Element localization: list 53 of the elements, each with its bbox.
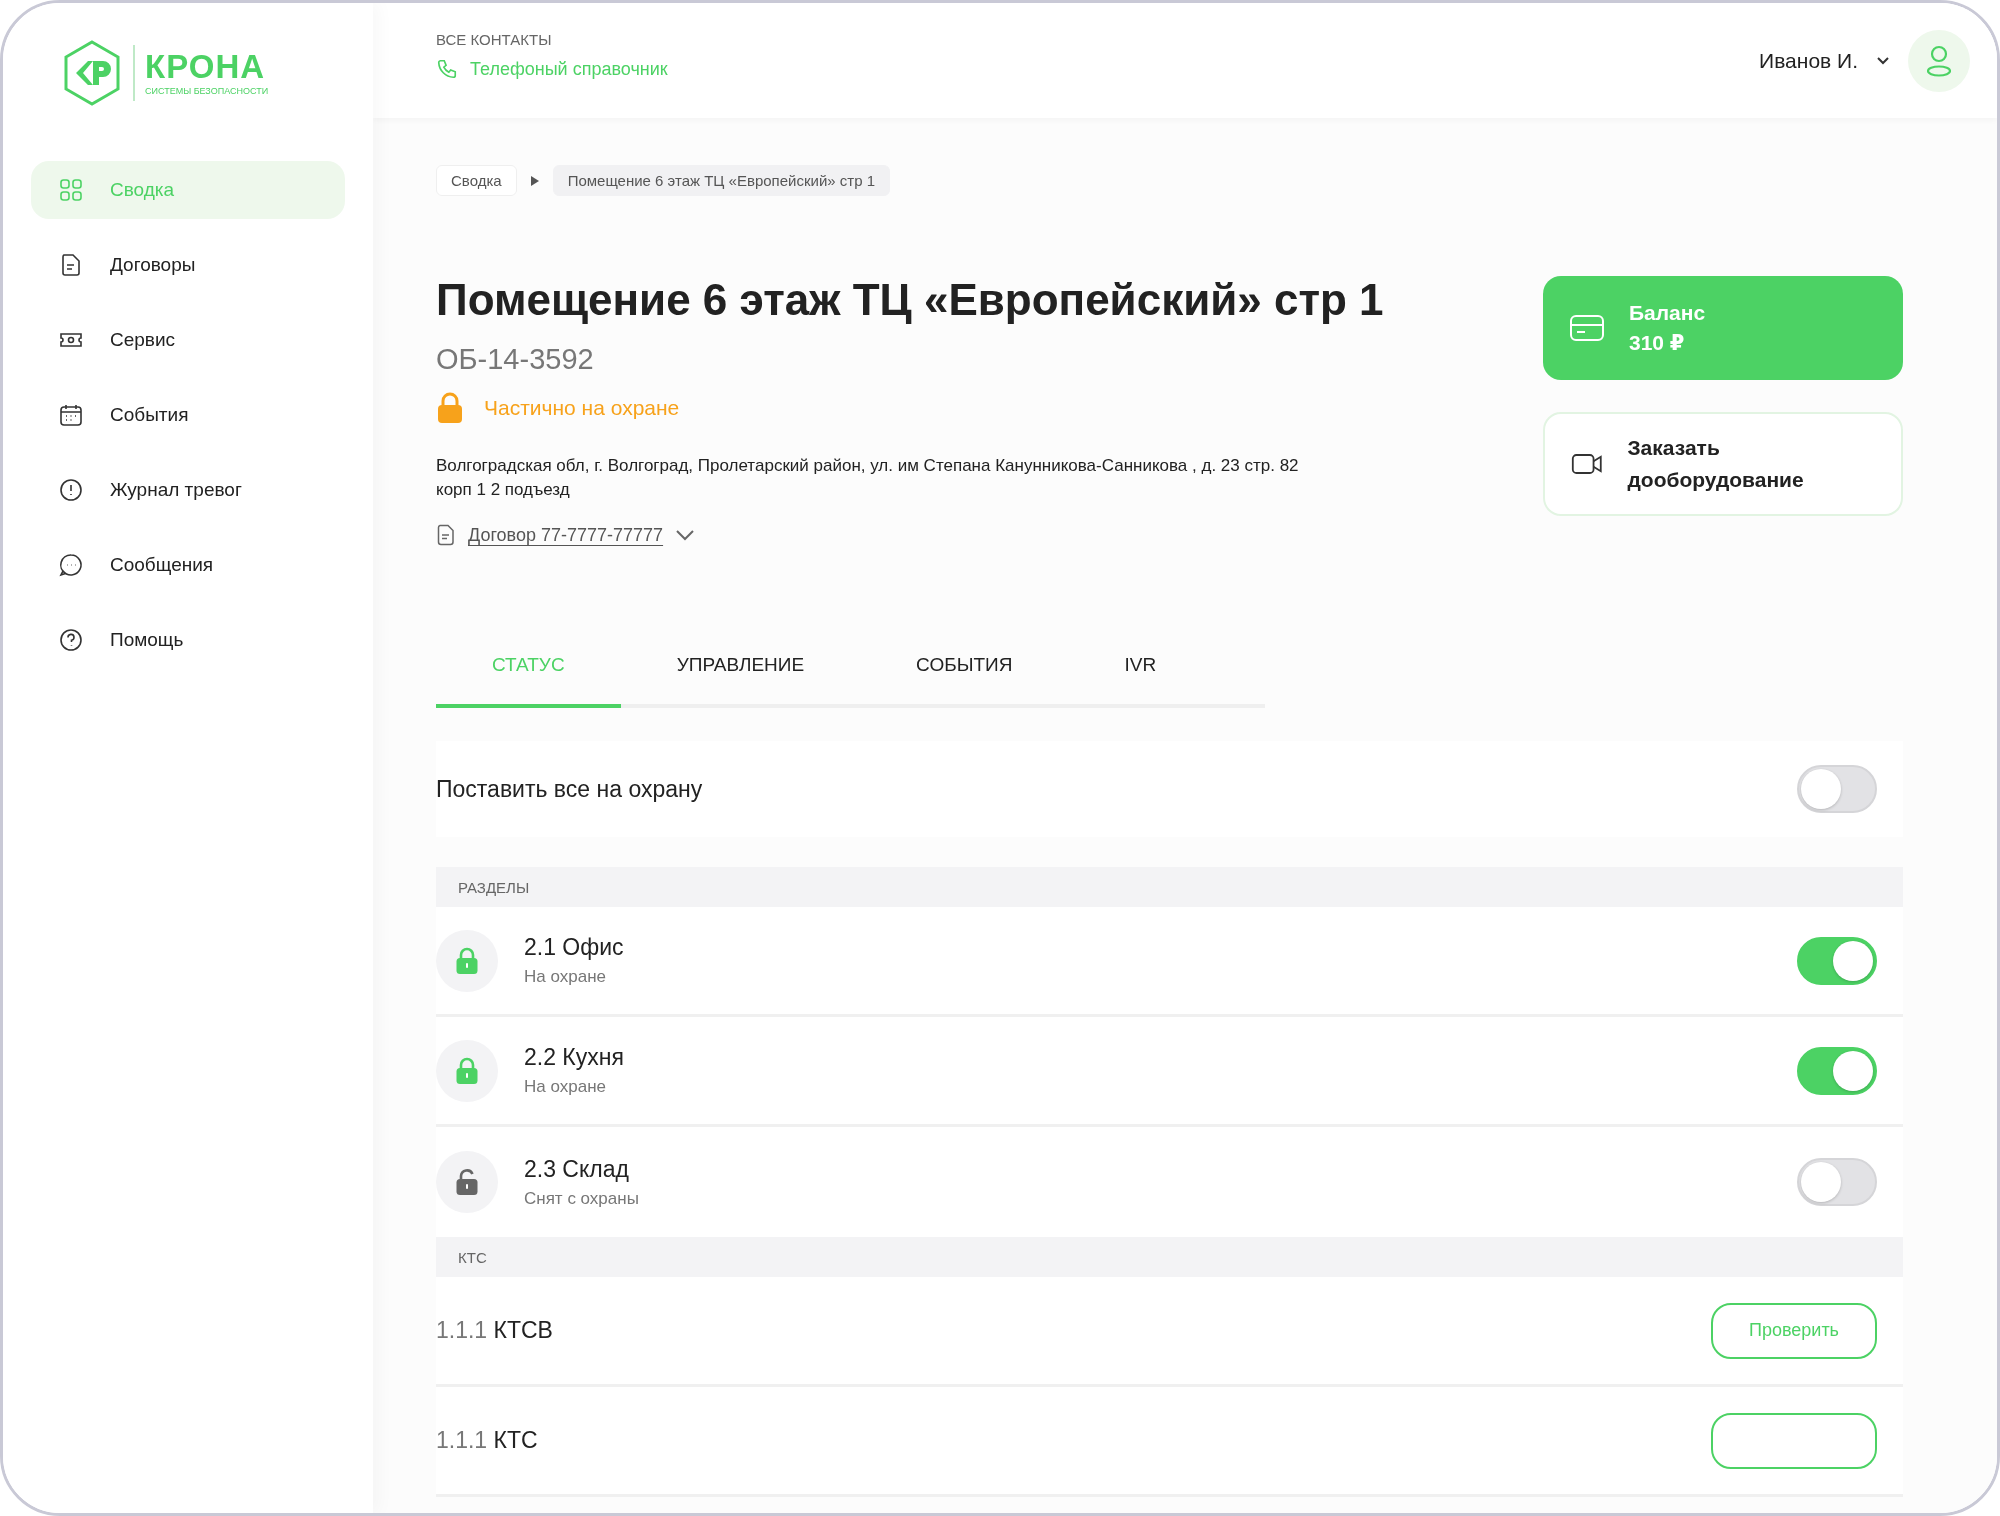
section-title: КТС [458, 1248, 487, 1266]
zone-name: 2.1 Офис [524, 934, 625, 961]
phone-icon [436, 58, 458, 80]
toggle-switch[interactable] [1797, 936, 1877, 985]
tab[interactable]: IVR [1068, 630, 1213, 708]
sidebar-item[interactable]: Сервис [31, 311, 345, 369]
chat-icon [58, 552, 84, 578]
video-camera-icon [1571, 451, 1604, 477]
chevron-down-icon [1876, 55, 1890, 66]
triangle-right-icon [530, 175, 539, 186]
zone-name: 2.3 Склад [524, 1155, 630, 1183]
toggle-switch[interactable] [1797, 765, 1877, 813]
section-title: РАЗДЕЛЫ [458, 878, 530, 896]
order-equipment-button[interactable]: Заказать дооборудование [1543, 412, 1903, 516]
status-text: Частично на охране [484, 396, 680, 420]
arm-all-label: Поставить все на охрану [436, 775, 703, 803]
chevron-down-icon[interactable] [675, 529, 696, 541]
zone-status: Снят с охраны [524, 1188, 640, 1209]
zone-status: На охране [524, 967, 607, 987]
toggle-switch[interactable] [1797, 1158, 1877, 1206]
device-name: 1.1.1 КТС [436, 1427, 538, 1454]
sidebar-item[interactable]: Сообщения [31, 536, 345, 594]
breadcrumb[interactable]: Помещение 6 этаж ТЦ «Европейский» стр 1 [552, 165, 890, 196]
tab[interactable]: СОБЫТИЯ [860, 630, 1069, 708]
lock-icon [436, 392, 464, 424]
sidebar-item[interactable]: Договоры [31, 236, 345, 294]
sidebar-item[interactable]: События [31, 386, 345, 444]
address: Волгоградская обл, г. Волгоград, Пролетарский район, ул. им Степана Канунникова-Санникова , д. 23 стр. 82 корп 1 2 подъезд [436, 455, 1300, 501]
device-name: 1.1.1 КТСВ [436, 1317, 553, 1344]
check-button[interactable] [1711, 1412, 1877, 1469]
help-icon [58, 627, 84, 653]
logo-name: КРОНА [145, 49, 267, 85]
user-icon [1925, 44, 1953, 77]
sidebar-item[interactable]: Помощь [31, 611, 345, 669]
object-title: Помещение 6 этаж ТЦ «Европейский» стр 1 [436, 274, 1384, 326]
tab[interactable]: УПРАВЛЕНИЕ [620, 630, 861, 708]
grid-icon [58, 177, 84, 203]
sidebar-item[interactable]: Журнал тревог [31, 461, 345, 519]
zone-status: На охране [524, 1077, 607, 1097]
logo-tagline: СИСТЕМЫ БЕЗОПАСНОСТИ [145, 85, 269, 97]
object-code: ОБ-14-3592 [436, 342, 595, 377]
contacts-label: ВСЕ КОНТАКТЫ [436, 31, 553, 48]
balance-label: Баланс [1629, 300, 1706, 326]
alert-icon [58, 477, 84, 503]
toggle-switch[interactable] [1797, 1046, 1877, 1095]
zone-name: 2.2 Кухня [524, 1044, 625, 1071]
document-icon [436, 524, 456, 546]
user-menu[interactable]: Иванов И. [1759, 48, 1890, 73]
card-icon [1569, 314, 1605, 342]
calendar-icon [58, 402, 84, 428]
contract-link[interactable]: Договор 77-7777-77777 [468, 524, 664, 546]
breadcrumb[interactable]: Сводка [436, 165, 517, 196]
balance-amount: 310 ₽ [1629, 330, 1686, 356]
